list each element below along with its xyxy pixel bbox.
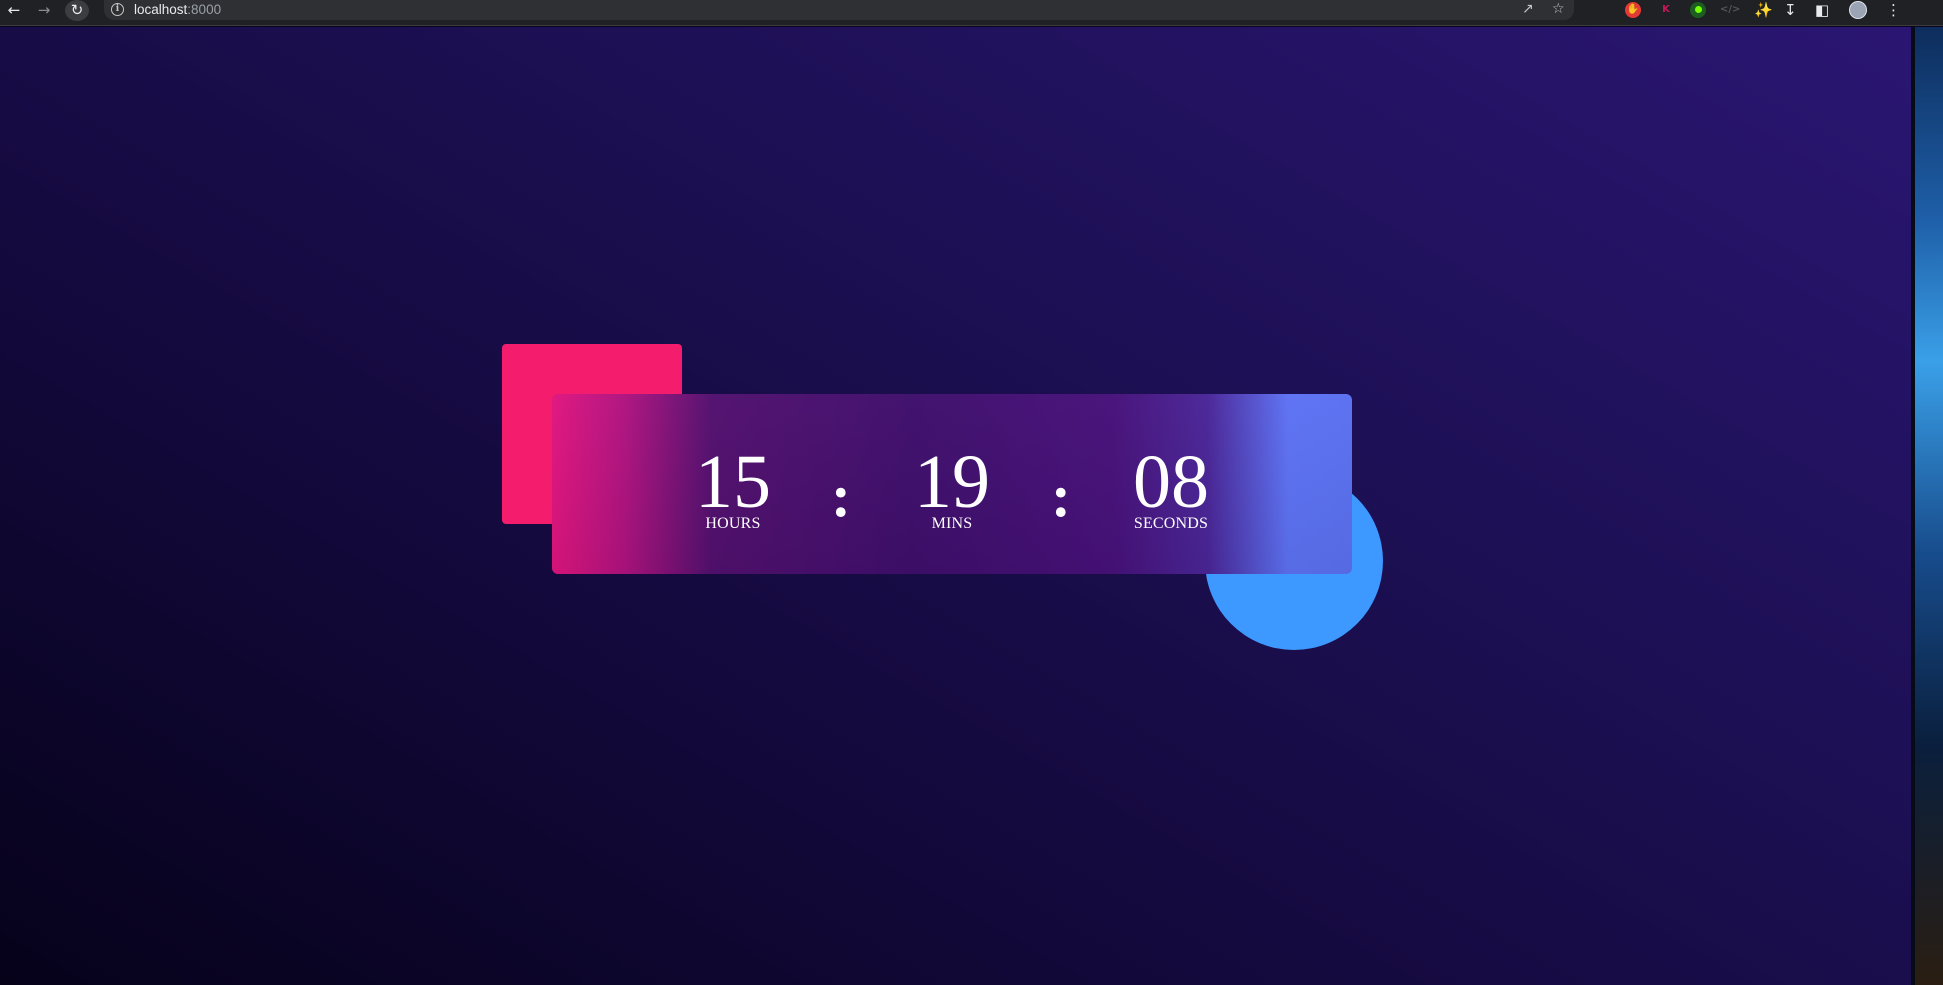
seconds-value: 08 <box>1133 440 1209 524</box>
hours-label: HOURS <box>705 515 761 532</box>
browser-toolbar: ← → ↻ i localhost:8000 ☆ ↗ ✋ K </> ✨ ↧ ◧… <box>0 0 1943 26</box>
hours-counter: 15 HOURS <box>663 440 803 533</box>
back-arrow-icon[interactable]: ← <box>2 0 26 21</box>
profile-avatar-icon[interactable] <box>1849 1 1867 19</box>
extension-dot-icon[interactable] <box>1690 2 1706 18</box>
seconds-counter: 08 SECONDS <box>1101 440 1241 533</box>
forward-arrow-icon[interactable]: → <box>32 0 56 21</box>
extension-hand-icon[interactable]: ✋ <box>1625 2 1641 18</box>
mins-value: 19 <box>914 440 990 524</box>
separator-2: : <box>1051 463 1071 529</box>
mins-label: MINS <box>931 515 973 532</box>
reload-icon[interactable]: ↻ <box>65 0 89 21</box>
mins-counter: 19 MINS <box>882 440 1022 533</box>
url-host: localhost <box>134 2 188 17</box>
address-bar[interactable]: i localhost:8000 ☆ ↗ <box>104 0 1574 20</box>
menu-kebab-icon[interactable]: ⋮ <box>1886 0 1901 20</box>
extension-code-icon[interactable]: </> <box>1720 2 1740 18</box>
star-icon[interactable]: ☆ <box>1552 1 1565 17</box>
seconds-label: SECONDS <box>1133 515 1209 532</box>
desktop-wallpaper-strip <box>1911 27 1943 985</box>
url-text[interactable]: localhost:8000 <box>134 2 221 17</box>
url-port: :8000 <box>187 2 222 17</box>
download-icon[interactable]: ↧ <box>1784 0 1797 20</box>
hours-value: 15 <box>695 440 771 524</box>
side-panel-icon[interactable]: ◧ <box>1815 0 1829 20</box>
share-icon[interactable]: ↗ <box>1522 1 1534 17</box>
separator-1: : <box>831 463 851 529</box>
puzzle-icon[interactable]: ✨ <box>1754 0 1773 20</box>
extension-k-icon[interactable]: K <box>1658 2 1674 18</box>
site-info-icon[interactable]: i <box>111 3 124 16</box>
